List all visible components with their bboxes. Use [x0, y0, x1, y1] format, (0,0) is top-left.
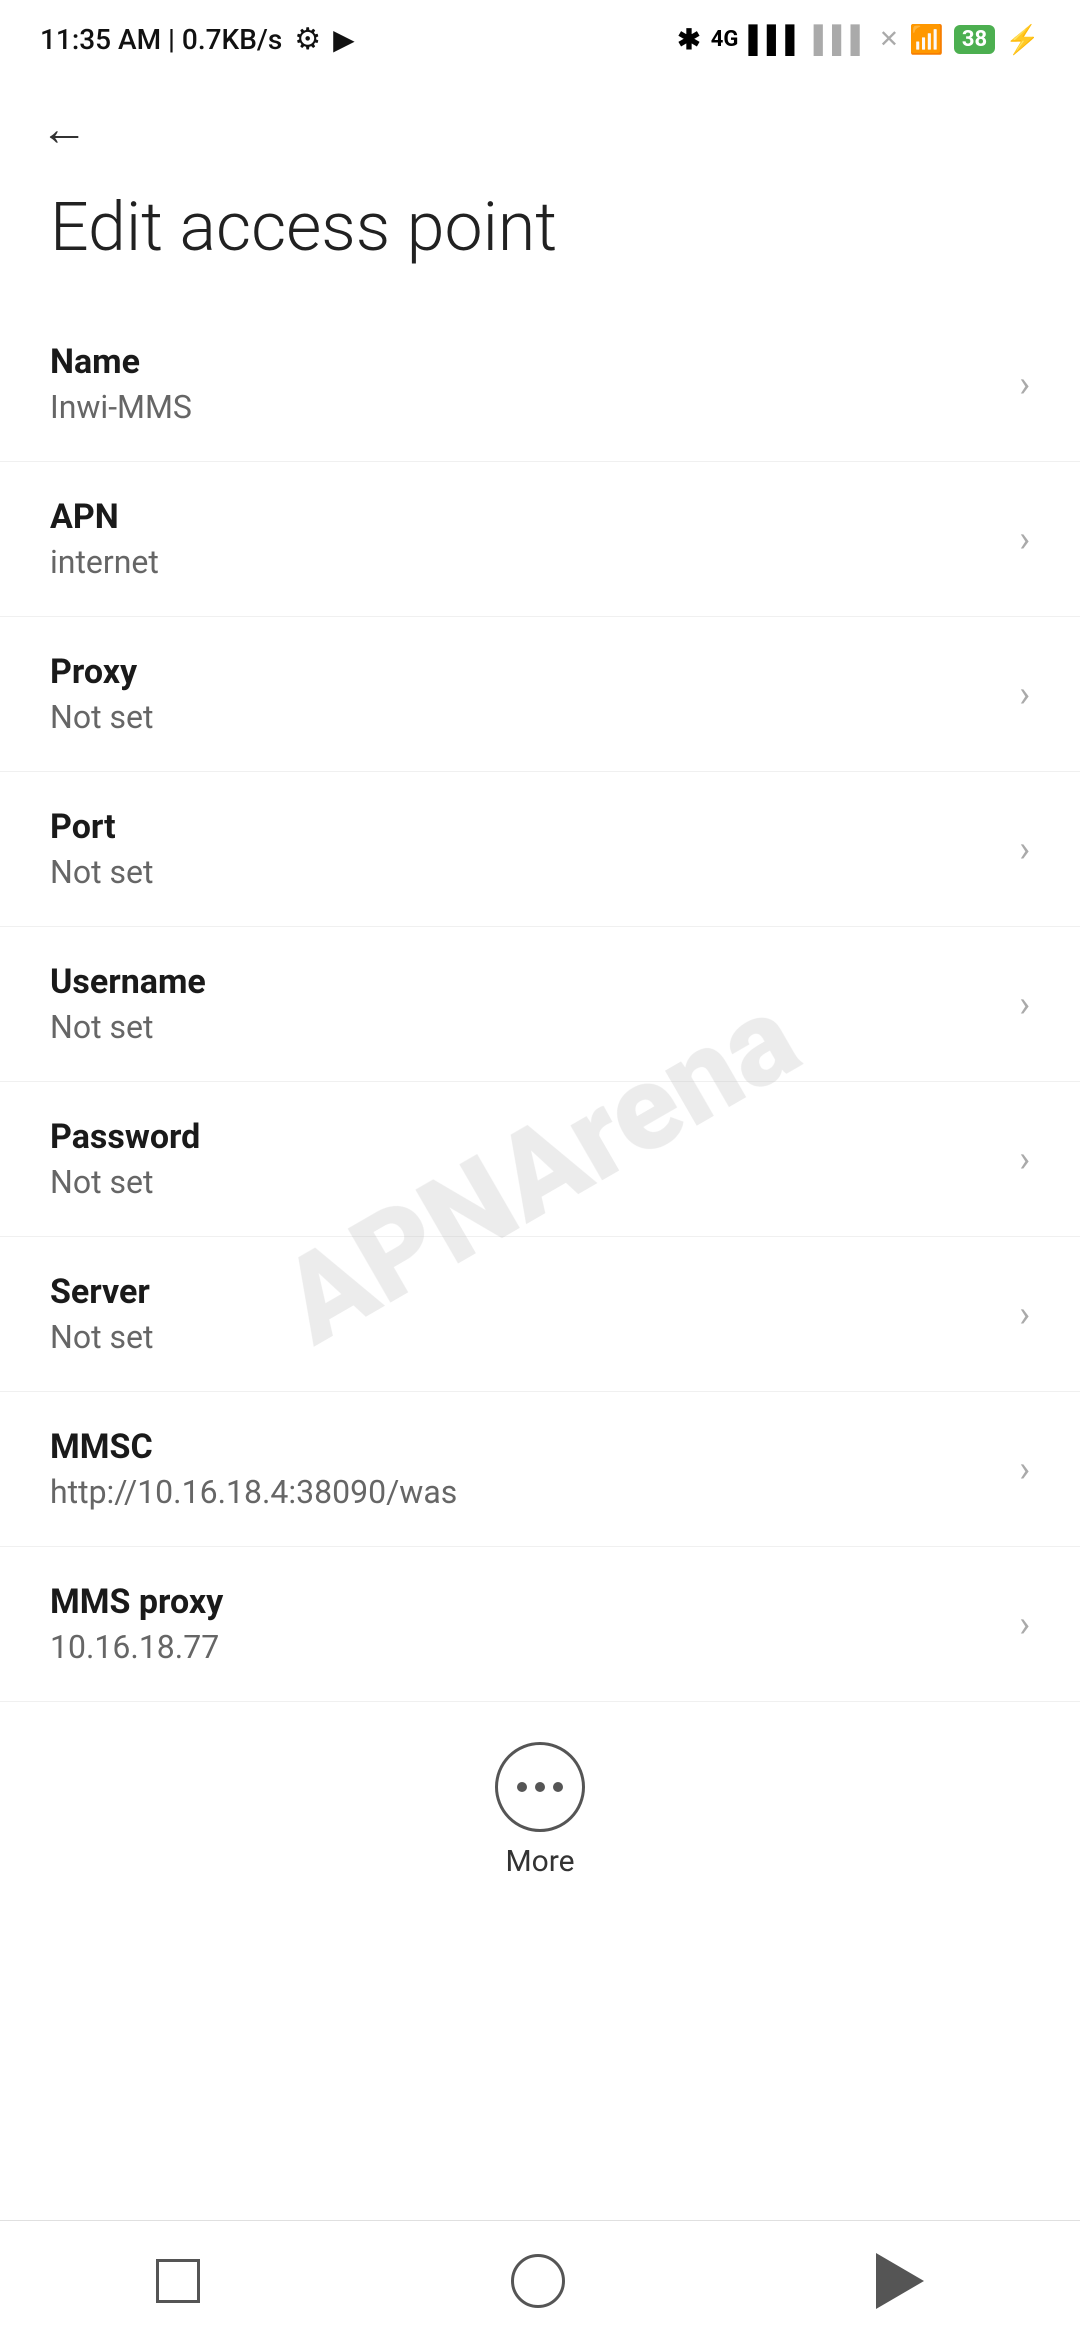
settings-field-value: internet	[50, 543, 999, 581]
back-nav[interactable]: ←	[0, 70, 1080, 167]
recents-button[interactable]	[156, 2259, 200, 2303]
status-time: 11:35 AM | 0.7KB/s ⚙ ▶	[40, 22, 355, 57]
settings-item[interactable]: Proxy Not set ›	[0, 617, 1080, 772]
settings-field-label: MMSC	[50, 1427, 999, 1467]
settings-field-value: Not set	[50, 1008, 999, 1046]
settings-item[interactable]: Name Inwi-MMS ›	[0, 307, 1080, 462]
settings-field-label: APN	[50, 497, 999, 537]
more-dot-3	[553, 1782, 563, 1792]
chevron-right-icon: ›	[1019, 1138, 1030, 1180]
chevron-right-icon: ›	[1019, 673, 1030, 715]
wifi-icon: 📶	[909, 23, 944, 56]
settings-field-value: Not set	[50, 1163, 999, 1201]
settings-item[interactable]: Username Not set ›	[0, 927, 1080, 1082]
home-button[interactable]	[511, 2254, 565, 2308]
settings-field-label: Port	[50, 807, 999, 847]
settings-item[interactable]: Port Not set ›	[0, 772, 1080, 927]
settings-field-value: Not set	[50, 1318, 999, 1356]
settings-item[interactable]: Server Not set ›	[0, 1237, 1080, 1392]
settings-list: NameInwi-MMS›APNinternet›ProxyNot set›Po…	[0, 307, 1080, 1702]
page-title: Edit access point	[0, 167, 1080, 307]
settings-item-content: Password Not set	[50, 1117, 999, 1201]
back-button[interactable]: ←	[40, 100, 88, 157]
settings-item[interactable]: MMSC http://10.16.18.4:38090/was ›	[0, 1392, 1080, 1547]
settings-item-content: Proxy Not set	[50, 652, 999, 736]
settings-item-content: Port Not set	[50, 807, 999, 891]
settings-field-label: Name	[50, 342, 999, 382]
time-text: 11:35 AM | 0.7KB/s	[40, 23, 282, 56]
settings-field-label: Password	[50, 1117, 999, 1157]
settings-field-label: Username	[50, 962, 999, 1002]
chevron-right-icon: ›	[1019, 518, 1030, 560]
settings-field-value: Inwi-MMS	[50, 388, 999, 426]
settings-item-content: APN internet	[50, 497, 999, 581]
more-dot-1	[517, 1782, 527, 1792]
chevron-right-icon: ›	[1019, 983, 1030, 1025]
settings-field-label: Server	[50, 1272, 999, 1312]
home-icon	[511, 2254, 565, 2308]
settings-field-value: Not set	[50, 853, 999, 891]
battery-percent: 38	[962, 27, 987, 52]
recents-icon	[156, 2259, 200, 2303]
signal-x-icon: ✕	[879, 25, 899, 53]
settings-field-label: Proxy	[50, 652, 999, 692]
status-bar: 11:35 AM | 0.7KB/s ⚙ ▶ ✱ 4G ▌▌▌ ▌▌▌ ✕ 📶 …	[0, 0, 1080, 70]
battery-indicator: 38	[954, 25, 995, 54]
settings-item-content: MMSC http://10.16.18.4:38090/was	[50, 1427, 999, 1511]
more-circle-icon	[495, 1742, 585, 1832]
camera-icon: ▶	[333, 23, 355, 56]
settings-item[interactable]: Password Not set ›	[0, 1082, 1080, 1237]
more-dot-2	[535, 1782, 545, 1792]
settings-item-content: MMS proxy 10.16.18.77	[50, 1582, 999, 1666]
chevron-right-icon: ›	[1019, 363, 1030, 405]
back-icon	[876, 2253, 924, 2309]
chevron-right-icon: ›	[1019, 1448, 1030, 1490]
settings-item-content: Username Not set	[50, 962, 999, 1046]
charging-icon: ⚡	[1005, 23, 1040, 56]
settings-item-content: Name Inwi-MMS	[50, 342, 999, 426]
status-icons: ✱ 4G ▌▌▌ ▌▌▌ ✕ 📶 38 ⚡	[677, 23, 1040, 56]
settings-item-content: Server Not set	[50, 1272, 999, 1356]
bluetooth-icon: ✱	[677, 23, 700, 56]
signal-icon-2: ▌▌▌	[814, 24, 869, 55]
signal-icon-1: ▌▌▌	[748, 24, 803, 55]
settings-field-value: 10.16.18.77	[50, 1628, 999, 1666]
chevron-right-icon: ›	[1019, 1293, 1030, 1335]
settings-field-label: MMS proxy	[50, 1582, 999, 1622]
back-nav-button[interactable]	[876, 2253, 924, 2309]
more-label: More	[505, 1844, 574, 1879]
settings-item[interactable]: MMS proxy 10.16.18.77 ›	[0, 1547, 1080, 1702]
settings-field-value: http://10.16.18.4:38090/was	[50, 1473, 999, 1511]
network-4g-icon: 4G	[711, 27, 739, 52]
more-button[interactable]: More	[0, 1702, 1080, 1919]
chevron-right-icon: ›	[1019, 828, 1030, 870]
bottom-nav	[0, 2220, 1080, 2340]
chevron-right-icon: ›	[1019, 1603, 1030, 1645]
content-area: NameInwi-MMS›APNinternet›ProxyNot set›Po…	[0, 307, 1080, 2059]
settings-field-value: Not set	[50, 698, 999, 736]
settings-item[interactable]: APN internet ›	[0, 462, 1080, 617]
settings-icon: ⚙	[294, 22, 321, 57]
